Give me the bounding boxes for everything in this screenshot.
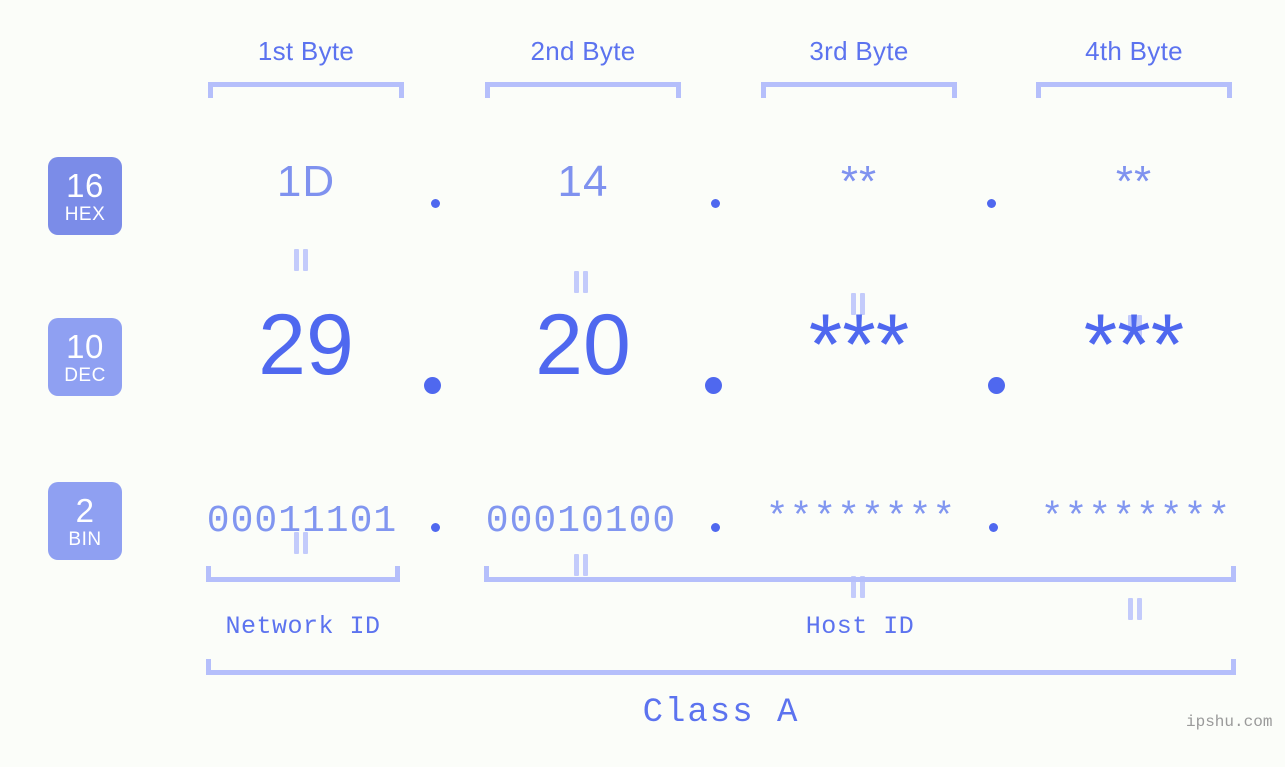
bin-byte-4: ******** [1040, 497, 1232, 540]
host-id-bracket [484, 566, 1236, 582]
byte-header-2: 2nd Byte [530, 36, 636, 66]
byte-header-1: 1st Byte [257, 36, 355, 66]
bin-byte-2: 00010100 [485, 500, 677, 543]
dec-byte-4: *** [1083, 297, 1185, 393]
byte-bracket-top-2 [485, 82, 681, 98]
dec-byte-1: 29 [258, 297, 354, 393]
dec-separator-2 [705, 377, 722, 394]
site-watermark: ipshu.com [1186, 713, 1273, 731]
hex-separator-2 [711, 199, 720, 208]
bin-byte-3: ******** [765, 497, 957, 540]
base-badge-dec-number: 10 [66, 327, 104, 365]
hex-byte-3: ** [840, 157, 878, 206]
equals-connector-hex-dec-2 [573, 271, 589, 293]
bin-separator-1 [431, 523, 440, 532]
dec-byte-3: *** [808, 297, 910, 393]
equals-connector-hex-dec-1 [293, 249, 309, 271]
ip-address-diagram: 1st Byte 2nd Byte 3rd Byte 4th Byte 16 H… [0, 0, 1285, 767]
base-badge-bin-name: BIN [68, 528, 102, 550]
network-id-label: Network ID [225, 612, 381, 641]
bin-separator-2 [711, 523, 720, 532]
base-badge-hex: 16 HEX [48, 157, 122, 235]
byte-bracket-top-3 [761, 82, 957, 98]
hex-separator-1 [431, 199, 440, 208]
byte-bracket-top-1 [208, 82, 404, 98]
base-badge-dec: 10 DEC [48, 318, 122, 396]
base-badge-dec-name: DEC [64, 364, 106, 386]
host-id-label: Host ID [805, 612, 915, 641]
hex-separator-3 [987, 199, 996, 208]
dec-separator-3 [988, 377, 1005, 394]
dec-byte-2: 20 [535, 297, 631, 393]
byte-bracket-top-4 [1036, 82, 1232, 98]
byte-header-4: 4th Byte [1085, 36, 1183, 66]
hex-byte-2: 14 [557, 157, 609, 206]
bin-byte-1: 00011101 [206, 500, 398, 543]
base-badge-hex-number: 16 [66, 166, 104, 204]
network-id-bracket [206, 566, 400, 582]
hex-byte-4: ** [1115, 157, 1153, 206]
class-bracket [206, 659, 1236, 675]
hex-byte-1: 1D [276, 157, 336, 206]
byte-header-3: 3rd Byte [809, 36, 909, 66]
base-badge-bin: 2 BIN [48, 482, 122, 560]
dec-separator-1 [424, 377, 441, 394]
base-badge-bin-number: 2 [75, 491, 95, 529]
class-label: Class A [642, 694, 800, 732]
base-badge-hex-name: HEX [64, 203, 106, 225]
bin-separator-3 [989, 523, 998, 532]
